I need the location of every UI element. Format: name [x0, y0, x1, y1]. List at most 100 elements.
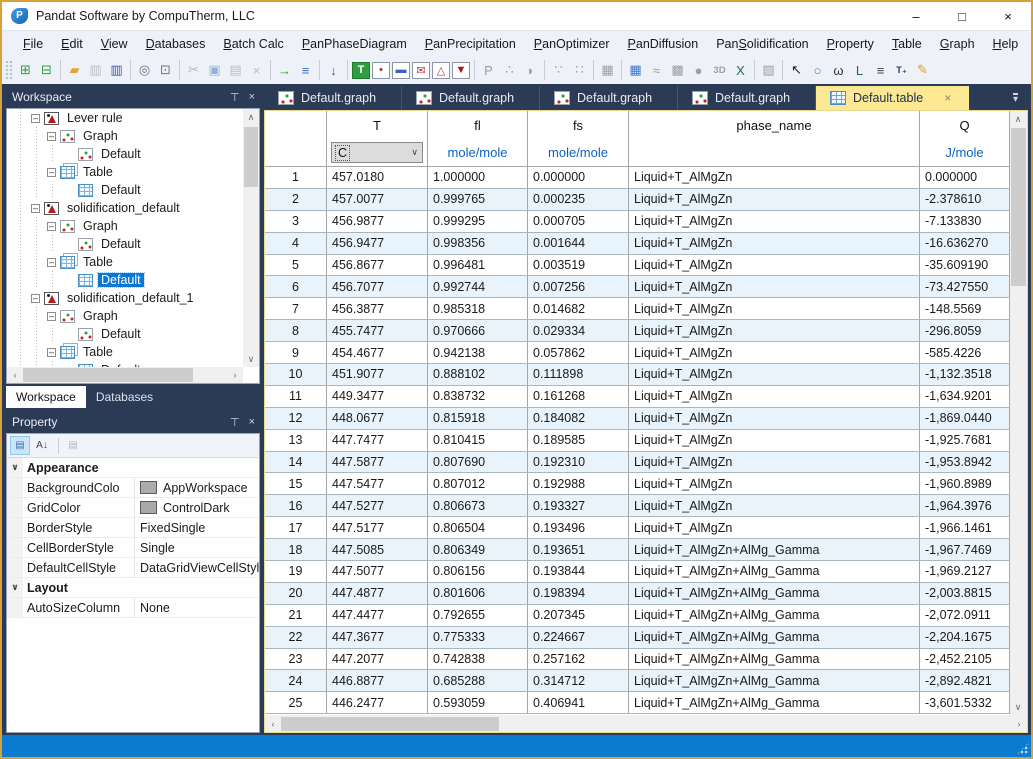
table-row[interactable]: 17447.51770.8065040.193496Liquid+T_AlMgZ…	[265, 517, 1010, 539]
table-row[interactable]: 25446.24770.5930590.406941Liquid+T_AlMgZ…	[265, 692, 1010, 714]
table-cell[interactable]: -2,204.1675	[920, 627, 1010, 648]
menu-view[interactable]: View	[92, 33, 137, 55]
property-value[interactable]: ControlDark	[135, 501, 259, 515]
table-cell[interactable]: -2,892.4821	[920, 670, 1010, 691]
table-cell[interactable]: 0.593059	[428, 692, 528, 713]
table-cell[interactable]: 0.810415	[428, 430, 528, 451]
row-number-cell[interactable]: 25	[265, 692, 327, 713]
document-tab-default-graph-1[interactable]: Default.graph	[264, 86, 402, 110]
table-row[interactable]: 21447.44770.7926550.207345Liquid+T_AlMgZ…	[265, 605, 1010, 627]
panel-tab-databases[interactable]: Databases	[86, 386, 163, 408]
maximize-button[interactable]: □	[939, 2, 985, 30]
tree-item-default[interactable]: Default	[7, 181, 243, 199]
table-row[interactable]: 7456.38770.9853180.014682Liquid+T_AlMgZn…	[265, 298, 1010, 320]
table-cell[interactable]: Liquid+T_AlMgZn+AlMg_Gamma	[629, 670, 920, 691]
row-number-cell[interactable]: 14	[265, 452, 327, 473]
tree-item-lever-rule[interactable]: –Lever rule	[7, 109, 243, 127]
pin-icon[interactable]: ⊤	[230, 416, 240, 429]
export-to-excel-icon[interactable]: X	[731, 60, 750, 80]
table-cell[interactable]: Liquid+T_AlMgZn	[629, 189, 920, 210]
scroll-down-arrow-icon[interactable]: ∨	[1010, 699, 1026, 715]
table-cell[interactable]: Liquid+T_AlMgZn+AlMg_Gamma	[629, 583, 920, 604]
table-cell[interactable]: 447.2077	[327, 649, 428, 670]
table-cell[interactable]: 446.8877	[327, 670, 428, 691]
panel-tab-workspace[interactable]: Workspace	[6, 386, 86, 408]
table-cell[interactable]: 0.000705	[528, 211, 629, 232]
table-row[interactable]: 2457.00770.9997650.000235Liquid+T_AlMgZn…	[265, 189, 1010, 211]
row-number-cell[interactable]: 1	[265, 167, 327, 188]
table-cell[interactable]: 447.5085	[327, 539, 428, 560]
table-cell[interactable]: 0.806504	[428, 517, 528, 538]
property-category-layout[interactable]: ∨Layout	[7, 578, 259, 598]
table-cell[interactable]: 456.9477	[327, 233, 428, 254]
table-cell[interactable]: 447.4477	[327, 605, 428, 626]
menu-file[interactable]: File	[14, 33, 52, 55]
tree-expander-icon[interactable]: –	[47, 348, 56, 357]
table-row[interactable]: 23447.20770.7428380.257162Liquid+T_AlMgZ…	[265, 649, 1010, 671]
row-number-cell[interactable]: 6	[265, 276, 327, 297]
legend-tool-icon[interactable]: L	[850, 60, 869, 80]
table-cell[interactable]: -2,072.0911	[920, 605, 1010, 626]
close-icon[interactable]: ×	[249, 91, 255, 103]
table-cell[interactable]: 0.192310	[528, 452, 629, 473]
menu-property[interactable]: Property	[818, 33, 883, 55]
table-row[interactable]: 5456.86770.9964810.003519Liquid+T_AlMgZn…	[265, 255, 1010, 277]
table-cell[interactable]: 451.9077	[327, 364, 428, 385]
tree-item-graph[interactable]: –Graph	[7, 307, 243, 325]
table-cell[interactable]: 0.314712	[528, 670, 629, 691]
scroll-down-arrow-icon[interactable]: ∨	[243, 351, 259, 367]
table-cell[interactable]: -296.8059	[920, 320, 1010, 341]
legend-options-icon[interactable]: ≡	[871, 60, 890, 80]
row-number-cell[interactable]: 10	[265, 364, 327, 385]
column-header-fs[interactable]: fs	[528, 111, 629, 139]
table-cell[interactable]: 0.189585	[528, 430, 629, 451]
scrollbar-thumb[interactable]	[1011, 128, 1026, 286]
table-cell[interactable]: -2.378610	[920, 189, 1010, 210]
table-cell[interactable]: -585.4226	[920, 342, 1010, 363]
scroll-left-arrow-icon[interactable]: ‹	[265, 716, 281, 732]
table-cell[interactable]: 0.838732	[428, 386, 528, 407]
table-cell[interactable]: 456.7077	[327, 276, 428, 297]
row-number-cell[interactable]: 11	[265, 386, 327, 407]
row-number-cell[interactable]: 17	[265, 517, 327, 538]
tree-expander-icon[interactable]: –	[47, 222, 56, 231]
row-number-cell[interactable]: 16	[265, 495, 327, 516]
table-cell[interactable]: 0.198394	[528, 583, 629, 604]
table-cell[interactable]: 456.9877	[327, 211, 428, 232]
table-cell[interactable]: Liquid+T_AlMgZn	[629, 255, 920, 276]
solidification-simulation-icon[interactable]: ▼	[452, 62, 470, 79]
tree-item-default[interactable]: Default	[7, 145, 243, 163]
table-cell[interactable]: 0.193496	[528, 517, 629, 538]
table-cell[interactable]: 0.111898	[528, 364, 629, 385]
property-value[interactable]: FixedSingle	[135, 521, 259, 535]
menu-table[interactable]: Table	[883, 33, 931, 55]
row-number-cell[interactable]: 19	[265, 561, 327, 582]
tree-item-default[interactable]: Default	[7, 325, 243, 343]
table-cell[interactable]: 0.000000	[920, 167, 1010, 188]
scroll-right-arrow-icon[interactable]: ›	[1011, 716, 1027, 732]
table-cell[interactable]: Liquid+T_AlMgZn+AlMg_Gamma	[629, 649, 920, 670]
copy-icon[interactable]: ▣	[205, 60, 224, 80]
liquidus-projection-icon[interactable]: △	[432, 62, 450, 79]
collapse-chevron-icon[interactable]: ∨	[7, 458, 23, 477]
table-cell[interactable]: 448.0677	[327, 408, 428, 429]
tree-item-graph[interactable]: –Graph	[7, 217, 243, 235]
temperature-unit-dropdown[interactable]: C∨	[331, 142, 423, 163]
row-number-cell[interactable]: 8	[265, 320, 327, 341]
table-row[interactable]: 22447.36770.7753330.224667Liquid+T_AlMgZ…	[265, 627, 1010, 649]
tree-expander-icon[interactable]: –	[47, 168, 56, 177]
table-row[interactable]: 16447.52770.8066730.193327Liquid+T_AlMgZ…	[265, 495, 1010, 517]
table-cell[interactable]: 0.057862	[528, 342, 629, 363]
table-cell[interactable]: -1,869.0440	[920, 408, 1010, 429]
table-cell[interactable]: Liquid+T_AlMgZn	[629, 298, 920, 319]
open-file-icon[interactable]: ▰	[65, 60, 84, 80]
property-value[interactable]: None	[135, 601, 259, 615]
scroll-up-arrow-icon[interactable]: ∧	[1010, 111, 1026, 127]
table-row[interactable]: 4456.94770.9983560.001644Liquid+T_AlMgZn…	[265, 233, 1010, 255]
table-cell[interactable]: 0.003519	[528, 255, 629, 276]
table-cell[interactable]: -1,966.1461	[920, 517, 1010, 538]
tree-expander-icon[interactable]: –	[31, 114, 40, 123]
table-cell[interactable]: 0.742838	[428, 649, 528, 670]
table-cell[interactable]: 456.3877	[327, 298, 428, 319]
table-cell[interactable]: 0.970666	[428, 320, 528, 341]
